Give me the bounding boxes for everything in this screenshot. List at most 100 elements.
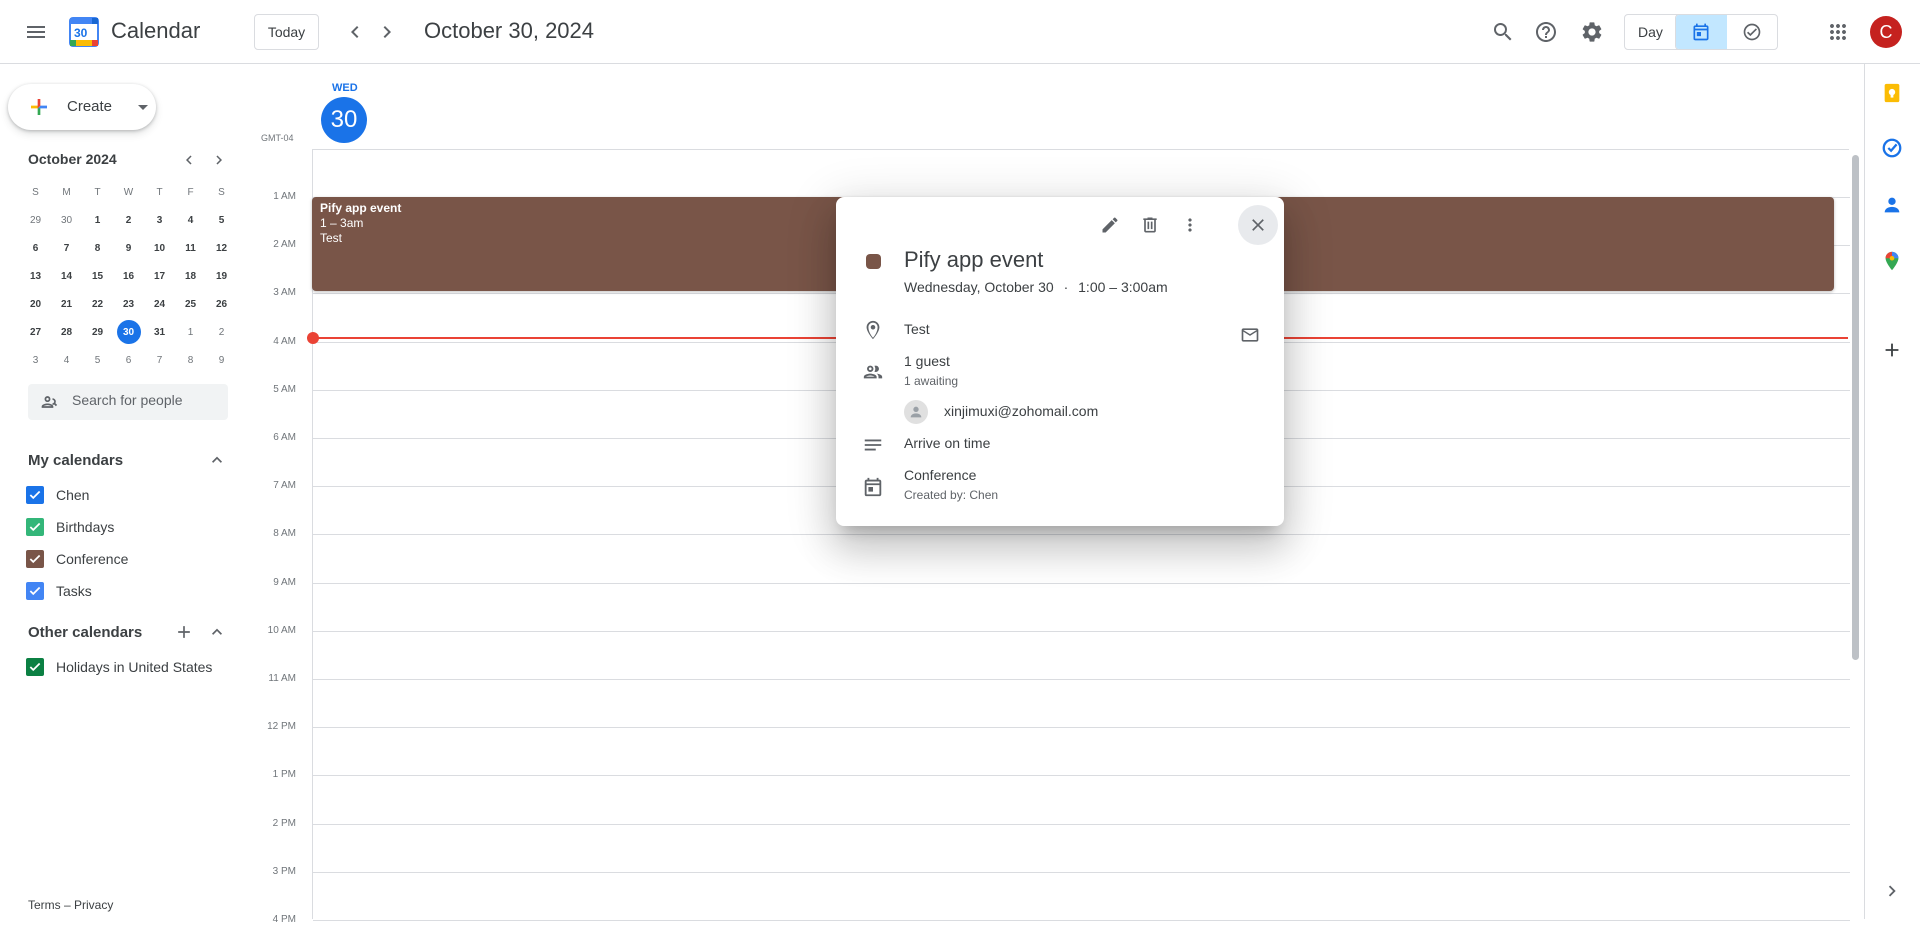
contacts-button[interactable]: [1877, 190, 1907, 220]
settings-button[interactable]: [1572, 12, 1612, 52]
mini-calendar-day[interactable]: 8: [175, 346, 206, 374]
plus-colored-icon: [31, 99, 47, 115]
mini-calendar-day[interactable]: 6: [20, 234, 51, 262]
mini-calendar-day[interactable]: 23: [113, 290, 144, 318]
expand-side-panel-button[interactable]: [1877, 876, 1907, 906]
gear-icon: [1582, 22, 1602, 42]
calendar-checkbox[interactable]: [26, 658, 44, 676]
next-day-button[interactable]: [367, 12, 407, 52]
mini-calendar-day[interactable]: 18: [175, 262, 206, 290]
mini-calendar-day[interactable]: 13: [20, 262, 51, 290]
mini-calendar-day[interactable]: 11: [175, 234, 206, 262]
mini-calendar-day[interactable]: 3: [20, 346, 51, 374]
mini-calendar-day[interactable]: 27: [20, 318, 51, 346]
mini-calendar-day[interactable]: 5: [82, 346, 113, 374]
calendar-label: Conference: [56, 551, 129, 567]
mini-calendar-day[interactable]: 5: [206, 206, 237, 234]
my-calendars-title[interactable]: My calendars: [28, 452, 123, 469]
help-button[interactable]: [1526, 12, 1566, 52]
mini-calendar-day[interactable]: 8: [82, 234, 113, 262]
mini-calendar-day[interactable]: 24: [144, 290, 175, 318]
main-menu-button[interactable]: [16, 12, 56, 52]
mini-calendar-day[interactable]: 4: [51, 346, 82, 374]
mini-calendar-day[interactable]: 29: [82, 318, 113, 346]
tasks-button[interactable]: [1877, 133, 1907, 163]
chevron-right-icon: [1888, 885, 1896, 897]
mini-calendar-day[interactable]: 9: [113, 234, 144, 262]
mini-calendar-day-number: 20: [29, 298, 42, 310]
calendar-list-item[interactable]: Holidays in United States: [26, 653, 212, 681]
calendar-list-item[interactable]: Conference: [26, 545, 128, 573]
people-search-input[interactable]: [72, 392, 222, 408]
mini-calendar-day[interactable]: 3: [144, 206, 175, 234]
mini-calendar-day[interactable]: 15: [82, 262, 113, 290]
mini-calendar-day[interactable]: 2: [206, 318, 237, 346]
my-calendars-collapse-button[interactable]: [205, 448, 229, 472]
mini-calendar-day[interactable]: 29: [20, 206, 51, 234]
calendar-checkbox[interactable]: [26, 550, 44, 568]
mini-calendar-day[interactable]: 30: [51, 206, 82, 234]
day-number-button[interactable]: 30: [321, 97, 367, 143]
mini-calendar-day[interactable]: 20: [20, 290, 51, 318]
keep-button[interactable]: [1877, 78, 1907, 108]
mini-calendar-day-number: 19: [215, 270, 228, 282]
mini-calendar-day[interactable]: 22: [82, 290, 113, 318]
calendar-checkbox[interactable]: [26, 518, 44, 536]
mini-calendar-day[interactable]: 21: [51, 290, 82, 318]
mini-calendar-day[interactable]: 16: [113, 262, 144, 290]
account-avatar[interactable]: C: [1870, 16, 1902, 48]
terms-privacy-links[interactable]: Terms – Privacy: [28, 898, 113, 912]
guest-email[interactable]: xinjimuxi@zohomail.com: [944, 403, 1098, 419]
google-apps-button[interactable]: [1818, 12, 1858, 52]
add-other-calendar-button[interactable]: [172, 620, 196, 644]
email-guests-button[interactable]: [1230, 315, 1270, 355]
calendar-logo-icon[interactable]: 30: [68, 16, 100, 48]
mini-calendar-day[interactable]: 12: [206, 234, 237, 262]
calendar-checkbox[interactable]: [26, 486, 44, 504]
mini-calendar-day-number: 18: [184, 270, 197, 282]
mini-calendar-day[interactable]: 31: [144, 318, 175, 346]
mini-calendar-day[interactable]: 9: [206, 346, 237, 374]
mini-calendar-day[interactable]: 2: [113, 206, 144, 234]
calendar-list-item[interactable]: Chen: [26, 481, 89, 509]
today-button[interactable]: Today: [254, 14, 319, 50]
mini-calendar-day[interactable]: 28: [51, 318, 82, 346]
event-time: 1:00 – 3:00am: [1078, 279, 1168, 295]
calendar-mode-button[interactable]: [1676, 15, 1727, 49]
mini-calendar-day[interactable]: 1: [175, 318, 206, 346]
mini-calendar-day[interactable]: 25: [175, 290, 206, 318]
mini-calendar-day[interactable]: 14: [51, 262, 82, 290]
search-button[interactable]: [1483, 12, 1523, 52]
create-button-label: Create: [67, 98, 113, 115]
mini-calendar-day[interactable]: 6: [113, 346, 144, 374]
mini-calendar-day[interactable]: 26: [206, 290, 237, 318]
mini-calendar-day[interactable]: 10: [144, 234, 175, 262]
mini-calendar-day[interactable]: 7: [144, 346, 175, 374]
close-popover-button[interactable]: [1238, 205, 1278, 245]
mini-calendar-day[interactable]: 1: [82, 206, 113, 234]
create-button[interactable]: Create: [8, 84, 156, 130]
calendar-checkbox[interactable]: [26, 582, 44, 600]
maps-button[interactable]: [1877, 246, 1907, 276]
guests-count[interactable]: 1 guest: [904, 353, 950, 369]
people-search-box[interactable]: [28, 384, 228, 420]
get-addons-button[interactable]: [1877, 335, 1907, 365]
other-calendars-collapse-button[interactable]: [205, 620, 229, 644]
mini-calendar-day[interactable]: 4: [175, 206, 206, 234]
mini-calendar-day[interactable]: 17: [144, 262, 175, 290]
edit-event-button[interactable]: [1090, 205, 1130, 245]
other-calendars-title[interactable]: Other calendars: [28, 624, 142, 641]
mini-calendar-prev-button[interactable]: [177, 148, 201, 172]
calendar-list-item[interactable]: Tasks: [26, 577, 92, 605]
tasks-mode-button[interactable]: [1727, 15, 1778, 49]
calendar-list-item[interactable]: Birthdays: [26, 513, 114, 541]
mini-calendar-day[interactable]: 30: [113, 318, 144, 346]
mini-calendar-day[interactable]: 19: [206, 262, 237, 290]
delete-event-button[interactable]: [1130, 205, 1170, 245]
hour-label: 3 AM: [273, 287, 296, 299]
mini-calendar-next-button[interactable]: [207, 148, 231, 172]
mini-calendar-day-number: 29: [29, 214, 42, 226]
more-options-button[interactable]: [1170, 205, 1210, 245]
day-view-scrollbar[interactable]: [1852, 155, 1859, 660]
mini-calendar-day[interactable]: 7: [51, 234, 82, 262]
